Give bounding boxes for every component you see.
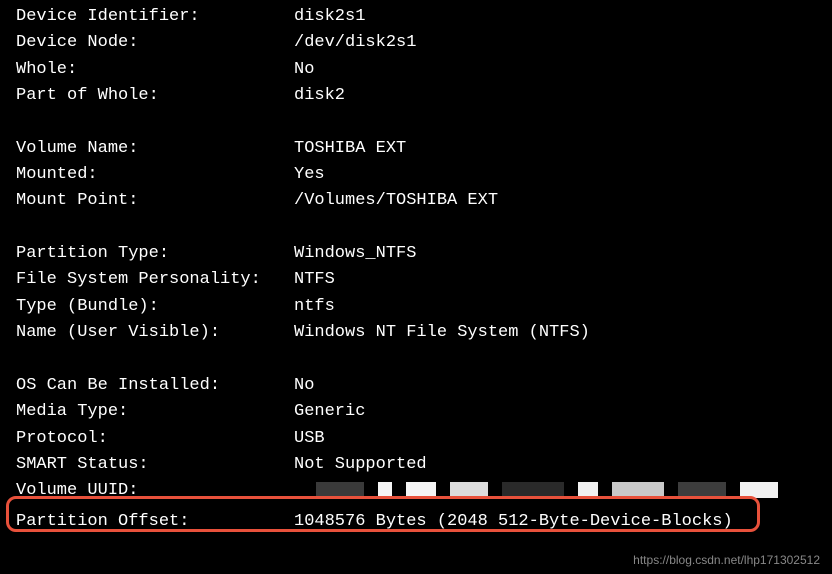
info-row: Partition Type:Windows_NTFS (16, 241, 832, 267)
info-label: Whole: (16, 57, 294, 83)
info-row: Volume UUID: (16, 478, 832, 508)
watermark-text: https://blog.csdn.net/lhp171302512 (633, 551, 820, 570)
info-value: TOSHIBA EXT (294, 136, 832, 162)
info-label: Volume UUID: (16, 478, 294, 508)
redacted-segment (406, 482, 436, 498)
redacted-segment (502, 482, 564, 498)
info-label: Media Type: (16, 399, 294, 425)
info-value: Generic (294, 399, 832, 425)
redacted-segment (578, 482, 598, 498)
blank-row (16, 215, 832, 241)
info-label: Type (Bundle): (16, 294, 294, 320)
info-row: Volume Name:TOSHIBA EXT (16, 136, 832, 162)
info-label: Mounted: (16, 162, 294, 188)
info-value: disk2s1 (294, 4, 832, 30)
redacted-segment (316, 482, 364, 498)
info-value: Yes (294, 162, 832, 188)
info-row: OS Can Be Installed:No (16, 373, 832, 399)
redacted-uuid (294, 478, 778, 498)
info-row: Name (User Visible):Windows NT File Syst… (16, 320, 832, 346)
info-value: USB (294, 426, 832, 452)
info-label: Partition Offset: (16, 509, 294, 535)
info-row: SMART Status:Not Supported (16, 452, 832, 478)
info-label: SMART Status: (16, 452, 294, 478)
info-value: Windows NT File System (NTFS) (294, 320, 832, 346)
info-value: Windows_NTFS (294, 241, 832, 267)
info-label: Protocol: (16, 426, 294, 452)
info-row: Partition Offset:1048576 Bytes (2048 512… (16, 509, 832, 535)
info-value: NTFS (294, 267, 832, 293)
info-label: Volume Name: (16, 136, 294, 162)
blank-row (16, 109, 832, 135)
info-label: Partition Type: (16, 241, 294, 267)
terminal-output: Device Identifier:disk2s1Device Node:/de… (0, 4, 832, 535)
info-row: Mounted:Yes (16, 162, 832, 188)
redacted-segment (678, 482, 726, 498)
redacted-segment (378, 482, 392, 498)
redacted-segment (740, 482, 778, 498)
info-value: ntfs (294, 294, 832, 320)
info-label: Name (User Visible): (16, 320, 294, 346)
info-value: 1048576 Bytes (2048 512-Byte-Device-Bloc… (294, 509, 832, 535)
info-label: Device Node: (16, 30, 294, 56)
info-value: disk2 (294, 83, 832, 109)
info-label: Mount Point: (16, 188, 294, 214)
redacted-segment (450, 482, 488, 498)
info-row: Device Node:/dev/disk2s1 (16, 30, 832, 56)
info-row: Part of Whole:disk2 (16, 83, 832, 109)
info-value (294, 478, 832, 508)
info-row: Media Type:Generic (16, 399, 832, 425)
info-value: /dev/disk2s1 (294, 30, 832, 56)
blank-row (16, 346, 832, 372)
info-value: /Volumes/TOSHIBA EXT (294, 188, 832, 214)
info-row: Protocol:USB (16, 426, 832, 452)
redacted-segment (612, 482, 664, 498)
info-value: Not Supported (294, 452, 832, 478)
info-label: OS Can Be Installed: (16, 373, 294, 399)
info-label: File System Personality: (16, 267, 294, 293)
info-row: Device Identifier:disk2s1 (16, 4, 832, 30)
info-row: Whole:No (16, 57, 832, 83)
info-row: Type (Bundle):ntfs (16, 294, 832, 320)
info-label: Part of Whole: (16, 83, 294, 109)
info-row: Mount Point:/Volumes/TOSHIBA EXT (16, 188, 832, 214)
info-label: Device Identifier: (16, 4, 294, 30)
info-row: File System Personality:NTFS (16, 267, 832, 293)
info-value: No (294, 57, 832, 83)
info-value: No (294, 373, 832, 399)
